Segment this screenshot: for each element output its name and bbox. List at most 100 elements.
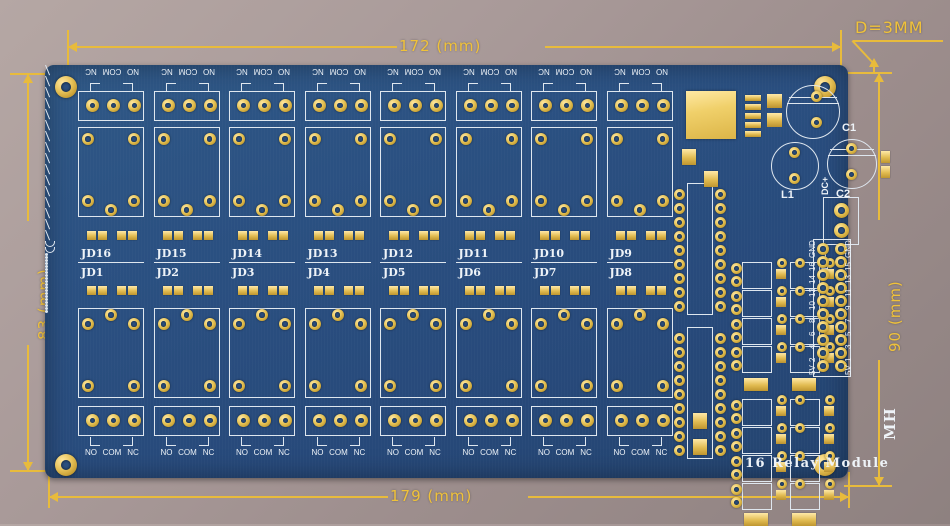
relay-pad-bottom-3-2: [279, 318, 291, 330]
driver-ic-2-pad-l6: [674, 403, 685, 414]
terminal-label-bottom-7-nc: NC: [580, 448, 592, 457]
opto-pad-left2-6: [731, 441, 742, 452]
driver-ic-2-pad-r2: [715, 347, 726, 358]
led-pad-bottom-7-b: [551, 286, 560, 295]
led-pad-bottom-4-a: [313, 286, 323, 295]
terminal-pad-bottom-7-2: [560, 414, 573, 427]
driver-ic-1-pad-l7: [674, 273, 685, 284]
contact-sym-bot-4-d: [349, 445, 360, 447]
mounting-hole-bottom-left: [55, 454, 77, 476]
terminal-label-bottom-8-com: COM: [631, 448, 650, 457]
terminal-pad-top-3-3: [279, 99, 292, 112]
opto-pad-mid2-2: [795, 286, 805, 296]
relay-pad-bottom-3-1: [233, 318, 245, 330]
relay-pad-top-8-3: [610, 195, 623, 207]
resistor-pad-top-6-a: [494, 231, 504, 240]
relay-pad-bottom-6-4: [505, 380, 518, 392]
relay-pad-top-7-2: [581, 133, 593, 145]
terminal-label-bottom-6-com: COM: [480, 448, 499, 457]
dc-terminal-pad-plus: [834, 203, 849, 218]
opto-pad-left2-8: [731, 497, 742, 508]
opto-pad-mid2-6: [795, 423, 805, 433]
pcb-board: NC COM NO JD16 JD1 NO COM NC NC COM NO JD15 JD2 NO COM…: [45, 64, 899, 526]
driver-ic-1-pad-l9: [674, 301, 685, 312]
relay-designator-jd5: JD5: [383, 266, 406, 279]
opto-pad-left-1: [731, 263, 742, 274]
smd-square-b: [767, 113, 782, 127]
resistor-pad-top-8-a: [645, 231, 655, 240]
contact-sym-top-4-c: [358, 83, 360, 92]
driver-ic-1-pad-r3: [715, 217, 726, 228]
terminal-pad-bottom-1-2: [107, 414, 120, 427]
relay-pad-bottom-6-2: [505, 318, 518, 330]
led-pad-bottom-1-b: [98, 286, 107, 295]
pcb-dimension-drawing: 172 (mm) D=3MM 83 (mm) 90 (mm) 179 (mm) …: [0, 0, 950, 526]
contact-sym-bot-8-arm: [45, 229, 51, 241]
capacitor-c2-pad-2: [846, 169, 857, 180]
relay-pad-top-3-1: [233, 133, 245, 145]
relay-pad-bottom-8-3: [610, 380, 623, 392]
terminal-label-bottom-5-com: COM: [404, 448, 424, 457]
right-dim-line-top: [878, 72, 880, 220]
terminal-pad-bottom-5-2: [409, 414, 422, 427]
terminal-label-top-2-nc: NC: [160, 67, 173, 76]
opto-c-2-outline: [742, 427, 772, 454]
led-pad-top-8-a: [615, 231, 625, 240]
driver-ic-2-pad-r1: [715, 333, 726, 344]
contact-sym-top-6-c: [509, 83, 511, 92]
terminal-pad-bottom-3-1: [237, 414, 250, 427]
terminal-pad-top-4-2: [333, 99, 347, 112]
terminal-pad-bottom-1-3: [128, 414, 141, 427]
relay-designator-jd7: JD7: [534, 266, 557, 279]
contact-sym-bot-6-arm: [45, 185, 51, 197]
opto-pad-left2-2: [731, 304, 742, 315]
terminal-pad-top-6-3: [505, 99, 519, 112]
resistor-pad-bottom-1-b: [128, 286, 137, 295]
relay-pad-bottom-1-4: [128, 380, 140, 392]
channel-divider-5: [380, 262, 446, 264]
relay-designator-jd2: JD2: [156, 266, 179, 279]
driver-ic-1-pad-r4: [715, 231, 726, 242]
driver-ic-2-pad-r4: [715, 375, 726, 386]
smd-strip-mid-b: [792, 378, 816, 391]
terminal-label-bottom-1-com: COM: [102, 448, 122, 457]
relay-pad-bottom-2-3: [157, 380, 170, 392]
terminal-pad-bottom-6-1: [463, 414, 477, 427]
contact-sym-top-4-a: [316, 83, 318, 92]
terminal-label-bottom-6-nc: NC: [504, 448, 517, 457]
led-pad-top-2-b: [173, 231, 183, 240]
terminal-label-bottom-4-nc: NC: [353, 448, 366, 457]
opto-pad-mid-4: [777, 342, 787, 352]
relay-pad-bottom-6-1: [459, 318, 472, 330]
relay-pad-bottom-5-1: [384, 318, 396, 330]
relay-pad-top-1-4: [128, 195, 140, 207]
terminal-label-top-2-com: COM: [178, 67, 197, 76]
control-header-upper-pad-even-1: [817, 243, 829, 255]
terminal-pad-bottom-4-3: [354, 414, 368, 427]
contact-sym-bot-6-d: [500, 445, 511, 447]
relay-pad-bottom-7-4: [581, 380, 593, 392]
relay-pad-top-5-5: [407, 204, 419, 216]
resistor-pad-top-1-a: [117, 231, 126, 240]
opto-pad-mid2-3: [795, 314, 805, 324]
opto-sq-a-2: [776, 297, 786, 307]
header-pin-label-odd-6: 11: [844, 288, 853, 297]
terminal-pad-top-7-2: [560, 99, 573, 112]
terminal-label-top-6-no: NO: [504, 67, 517, 76]
relay-pad-bottom-1-1: [82, 318, 94, 330]
control-header-upper-pad-even-7: [817, 321, 829, 333]
relay-pad-bottom-6-3: [459, 380, 472, 392]
relay-pad-bottom-5-3: [384, 380, 396, 392]
relay-pad-bottom-3-4: [279, 380, 291, 392]
channel-divider-6: [455, 262, 522, 264]
bottom-dim-arrow-left: [49, 492, 58, 502]
header-pin-label-even-7: 14: [808, 275, 817, 284]
relay-designator-jd14: JD14: [232, 247, 263, 260]
contact-sym-top-5-d: [425, 83, 435, 85]
opto-sq-b-8: [824, 490, 834, 500]
terminal-pad-top-1-1: [86, 99, 99, 112]
smd-strip-bot-a: [744, 513, 768, 526]
driver-ic-2-pad-l2: [674, 347, 685, 358]
terminal-pad-bottom-8-2: [635, 414, 649, 427]
terminal-pad-top-7-1: [539, 99, 552, 112]
